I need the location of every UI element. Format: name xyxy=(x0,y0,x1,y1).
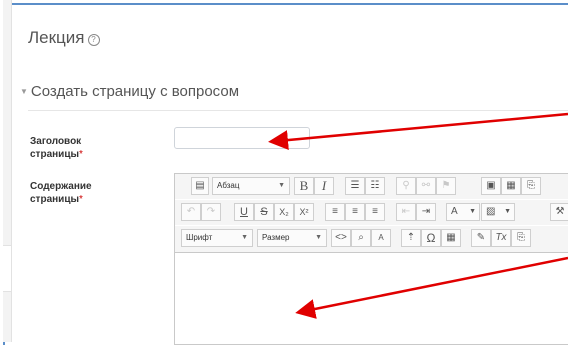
arrow-to-content-area xyxy=(295,256,568,319)
arrow-to-title-input xyxy=(268,112,568,151)
annotation-arrows xyxy=(268,112,568,319)
